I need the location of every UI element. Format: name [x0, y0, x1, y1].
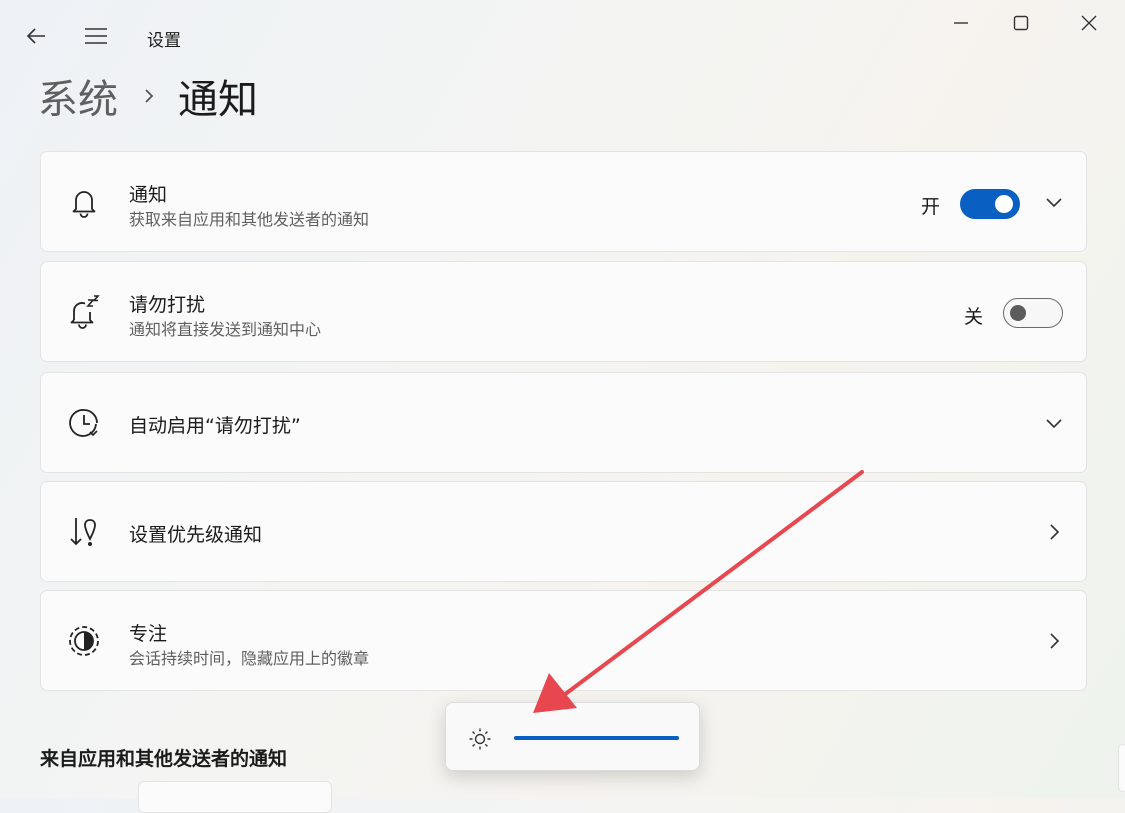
bell-icon — [65, 183, 103, 221]
toggle-knob — [995, 195, 1013, 213]
bell-snooze-icon — [65, 293, 103, 331]
focus-icon — [65, 622, 103, 660]
auto-dnd-card[interactable]: 自动启用“请勿打扰” — [40, 372, 1087, 473]
chevron-down-icon — [1046, 419, 1062, 429]
minimize-icon — [954, 22, 968, 24]
breadcrumb-parent-link[interactable]: 系统 — [38, 67, 118, 125]
menu-button[interactable] — [80, 20, 112, 52]
notifications-toggle-label: 开 — [921, 196, 941, 218]
section-heading: 来自应用和其他发送者的通知 — [40, 748, 288, 770]
sun-brightness-icon — [468, 727, 492, 751]
sort-dropdown[interactable] — [138, 781, 332, 813]
priority-card[interactable]: 设置优先级通知 — [40, 481, 1087, 582]
chevron-down-icon — [1046, 198, 1062, 208]
brightness-flyout — [445, 702, 700, 771]
minimize-button[interactable] — [936, 8, 986, 38]
chevron-right-icon — [142, 86, 156, 106]
maximize-button[interactable] — [996, 8, 1046, 38]
maximize-icon — [1013, 15, 1029, 31]
brightness-slider[interactable] — [514, 736, 679, 740]
notifications-card[interactable]: 通知 获取来自应用和其他发送者的通知 开 — [40, 151, 1087, 252]
chevron-right-icon — [1050, 633, 1060, 649]
dnd-subtitle: 通知将直接发送到通知中心 — [129, 320, 322, 339]
navigate-button[interactable] — [1042, 629, 1066, 653]
close-button[interactable] — [1064, 8, 1114, 38]
priority-sort-icon — [65, 513, 103, 551]
notifications-title: 通知 — [129, 184, 168, 206]
navigate-button[interactable] — [1042, 520, 1066, 544]
notifications-toggle[interactable] — [960, 189, 1020, 219]
clock-icon — [65, 404, 103, 442]
auto-dnd-title: 自动启用“请勿打扰” — [129, 415, 301, 437]
notifications-subtitle: 获取来自应用和其他发送者的通知 — [129, 210, 370, 229]
back-button[interactable] — [20, 20, 52, 52]
partial-card-edge — [1118, 744, 1125, 792]
breadcrumb: 系统 通知 — [38, 66, 258, 126]
dnd-card[interactable]: 请勿打扰 通知将直接发送到通知中心 关 — [40, 261, 1087, 362]
dnd-title: 请勿打扰 — [129, 294, 206, 316]
dnd-toggle-label: 关 — [964, 306, 984, 328]
back-arrow-icon — [26, 28, 45, 44]
dnd-toggle[interactable] — [1003, 298, 1063, 328]
focus-card[interactable]: 专注 会话持续时间，隐藏应用上的徽章 — [40, 590, 1087, 691]
expand-button[interactable] — [1042, 411, 1066, 435]
title-bar: 设置 — [0, 0, 1125, 70]
priority-title: 设置优先级通知 — [129, 524, 263, 546]
hamburger-menu-icon — [85, 28, 107, 44]
expand-button[interactable] — [1042, 190, 1066, 214]
focus-subtitle: 会话持续时间，隐藏应用上的徽章 — [129, 649, 370, 668]
brightness-level-fill — [514, 736, 679, 740]
close-icon — [1081, 15, 1097, 31]
page-title: 通知 — [178, 77, 258, 123]
app-title: 设置 — [147, 31, 181, 51]
focus-title: 专注 — [129, 623, 168, 645]
chevron-right-icon — [1050, 524, 1060, 540]
toggle-knob — [1010, 304, 1026, 321]
